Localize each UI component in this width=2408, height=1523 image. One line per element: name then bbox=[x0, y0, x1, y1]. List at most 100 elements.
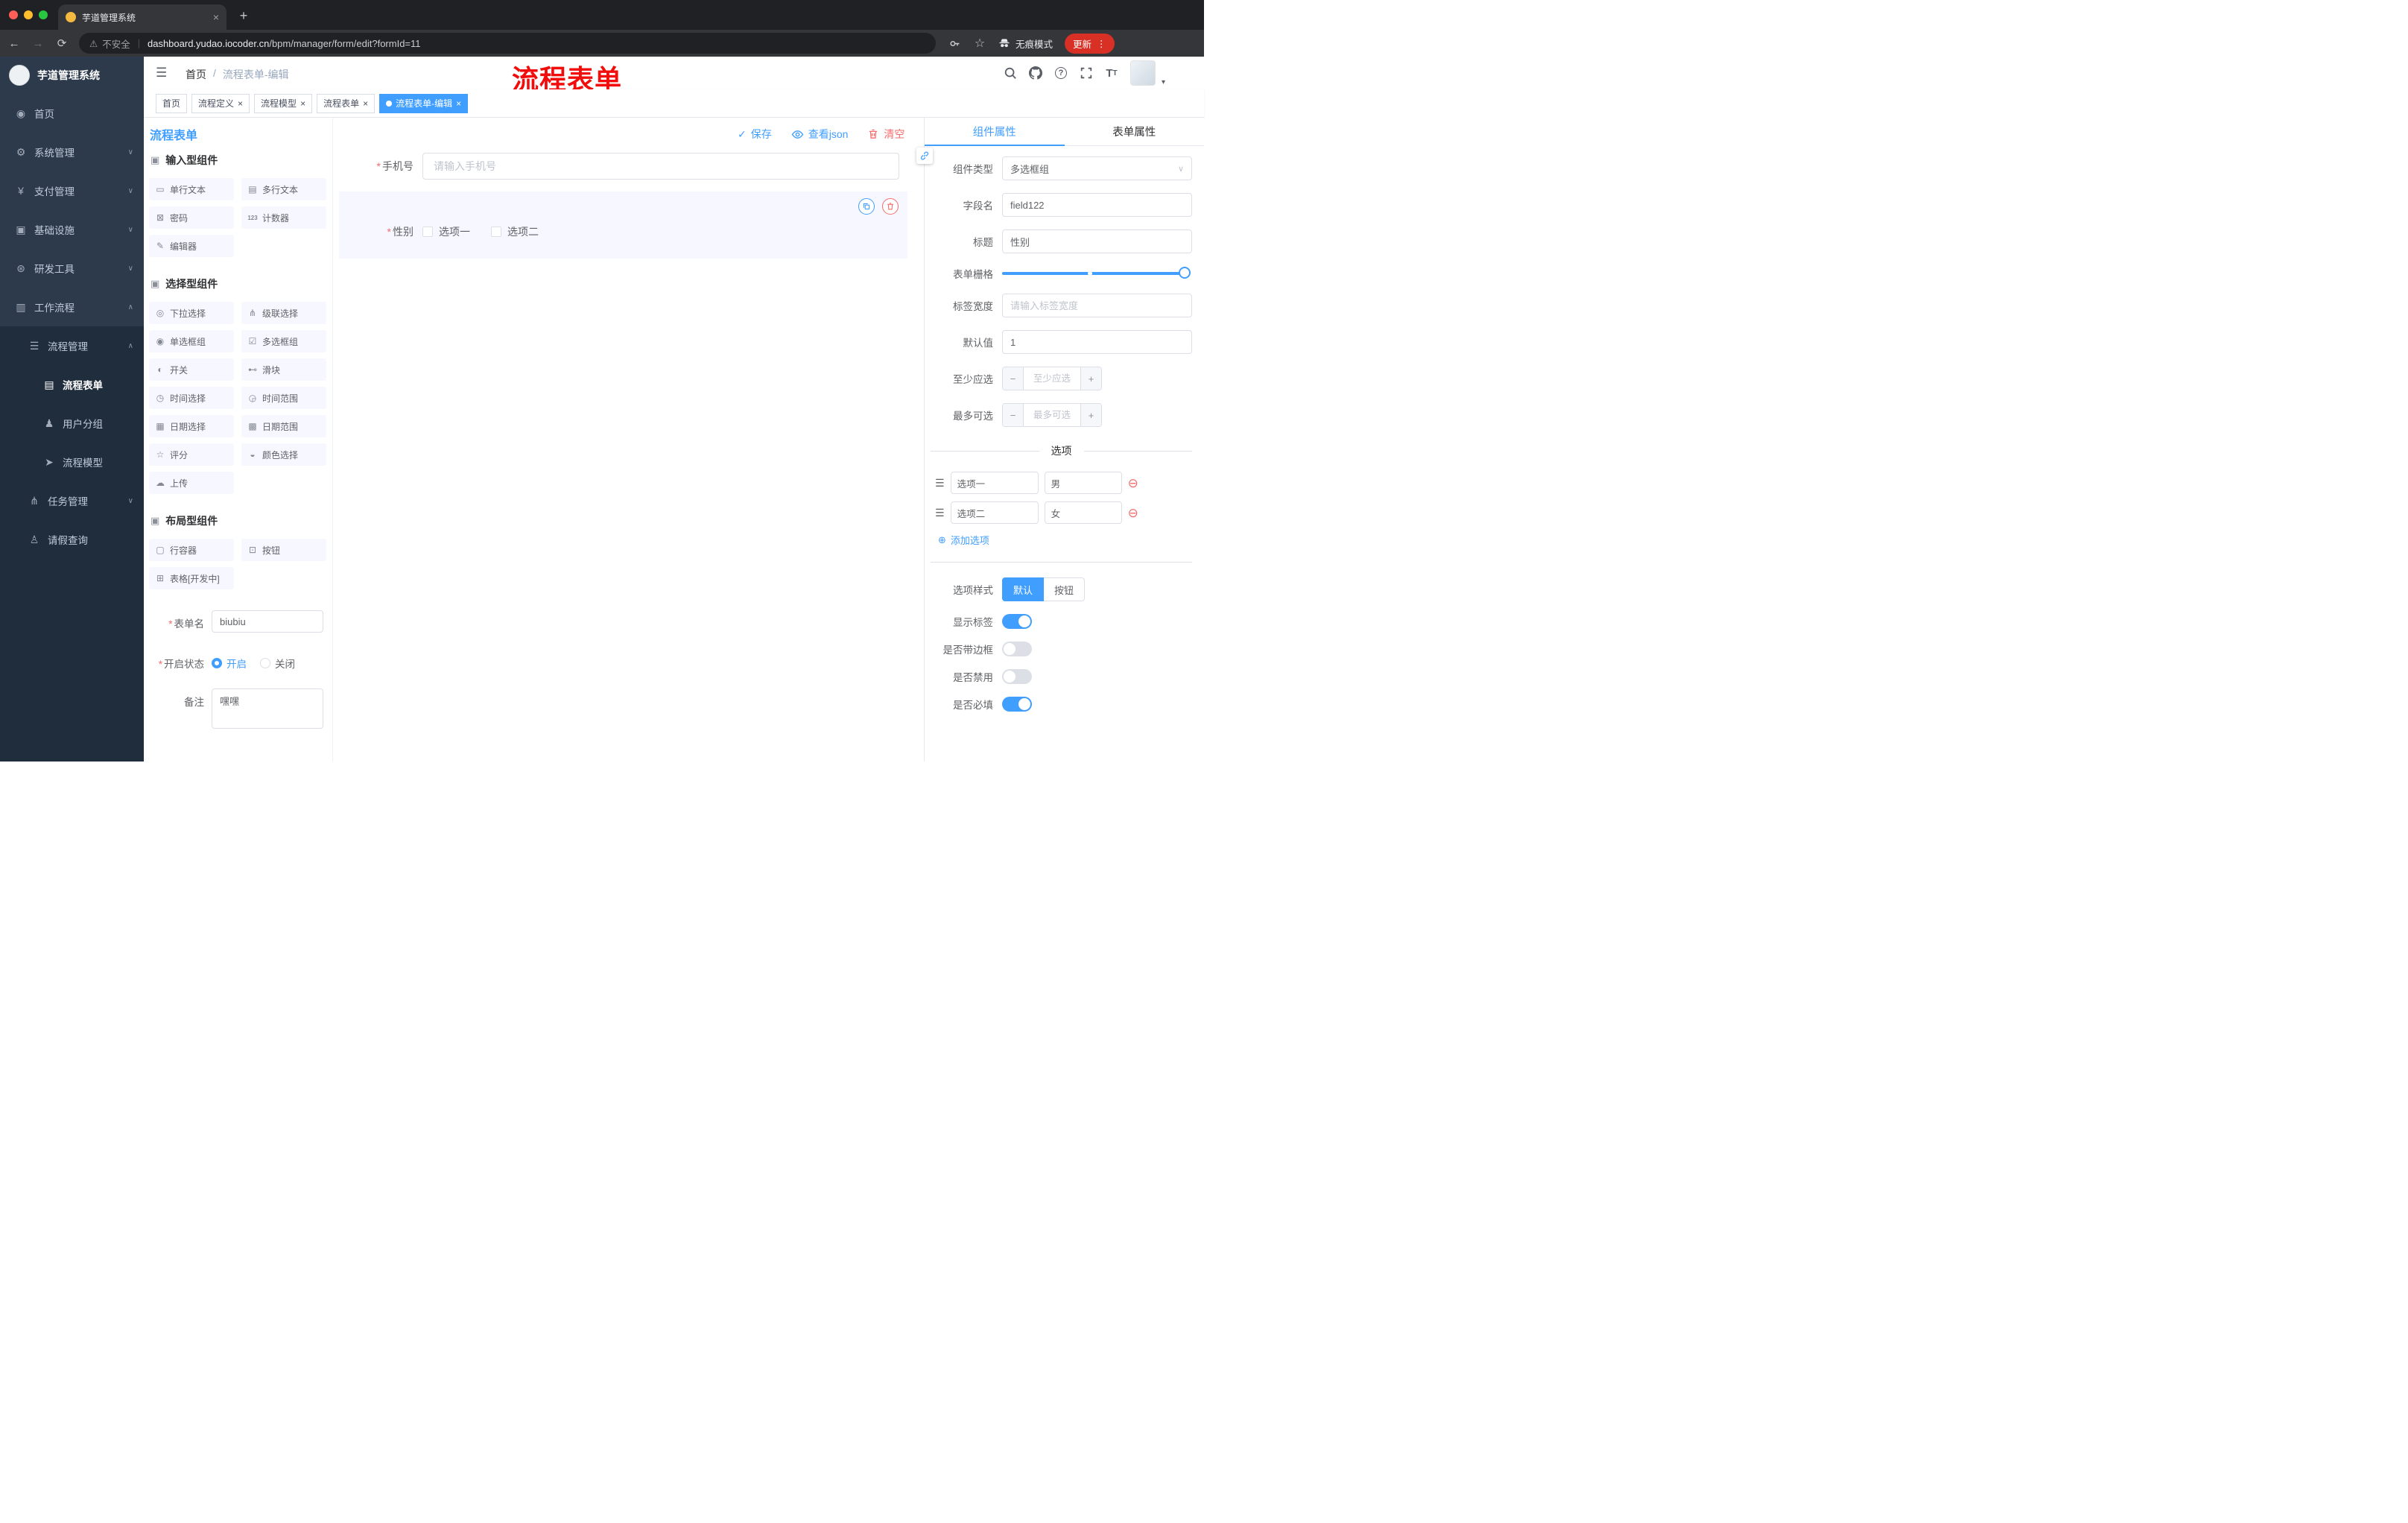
max-select-input[interactable] bbox=[1024, 404, 1080, 426]
new-tab-button[interactable]: + bbox=[234, 6, 253, 25]
tab-form-props[interactable]: 表单属性 bbox=[1065, 118, 1205, 145]
sidebar-item-process-form[interactable]: ▤ 流程表单 bbox=[0, 365, 144, 404]
palette-item-date-range[interactable]: ▩ 日期范围 bbox=[241, 415, 326, 437]
window-zoom-button[interactable] bbox=[39, 10, 48, 19]
back-icon[interactable]: ← bbox=[4, 34, 24, 53]
palette-item-date-picker[interactable]: ▦ 日期选择 bbox=[149, 415, 234, 437]
clear-button[interactable]: 清空 bbox=[867, 127, 904, 142]
minus-button[interactable]: − bbox=[1003, 367, 1024, 390]
close-icon[interactable]: × bbox=[456, 99, 461, 108]
palette-item-password[interactable]: ⊠ 密码 bbox=[149, 206, 234, 229]
security-chip[interactable]: ⚠ 不安全 bbox=[89, 37, 130, 51]
browser-menu-dots-icon[interactable]: ⋮ bbox=[1097, 38, 1106, 49]
tag-home[interactable]: 首页 bbox=[156, 93, 188, 113]
selected-component-gender[interactable]: * 性别 选项一 选项二 bbox=[339, 191, 907, 259]
browser-tab[interactable]: 芋道管理系统 × bbox=[58, 4, 226, 30]
palette-item-upload[interactable]: ☁ 上传 bbox=[149, 472, 234, 494]
sidebar-item-process-management[interactable]: ☰ 流程管理 ∧ bbox=[0, 326, 144, 365]
address-bar[interactable]: ⚠ 不安全 | dashboard.yudao.iocoder.cn /bpm/… bbox=[79, 33, 936, 54]
sidebar-item-devtools[interactable]: ⊛ 研发工具 ∨ bbox=[0, 249, 144, 288]
title-input[interactable] bbox=[1002, 229, 1192, 253]
palette-item-editor[interactable]: ✎ 编辑器 bbox=[149, 235, 234, 257]
palette-item-select[interactable]: ◎ 下拉选择 bbox=[149, 302, 234, 324]
palette-item-cascader[interactable]: ⋔ 级联选择 bbox=[241, 302, 326, 324]
copy-component-button[interactable] bbox=[858, 198, 875, 215]
tab-component-props[interactable]: 组件属性 bbox=[925, 118, 1065, 146]
delete-component-button[interactable] bbox=[882, 198, 899, 215]
tag-process-form-edit[interactable]: 流程表单-编辑 × bbox=[379, 93, 469, 113]
view-json-button[interactable]: 查看json bbox=[791, 127, 848, 142]
close-icon[interactable]: × bbox=[363, 99, 368, 108]
link-icon[interactable] bbox=[916, 148, 933, 164]
style-button-button[interactable]: 按钮 bbox=[1044, 577, 1086, 601]
window-close-button[interactable] bbox=[9, 10, 18, 19]
form-remark-textarea[interactable]: 嘿嘿 bbox=[212, 688, 323, 729]
option2-value-input[interactable] bbox=[1044, 501, 1122, 524]
sidebar-item-workflow[interactable]: ▥ 工作流程 ∧ bbox=[0, 288, 144, 326]
palette-item-time-picker[interactable]: ◷ 时间选择 bbox=[149, 387, 234, 409]
sidebar-item-infrastructure[interactable]: ▣ 基础设施 ∨ bbox=[0, 210, 144, 249]
palette-item-multi-line-text[interactable]: ▤ 多行文本 bbox=[241, 178, 326, 200]
palette-item-table[interactable]: ⊞ 表格[开发中] bbox=[149, 567, 234, 589]
sidebar-item-payment[interactable]: ¥ 支付管理 ∨ bbox=[0, 171, 144, 210]
user-avatar[interactable] bbox=[1129, 60, 1156, 86]
option2-label-input[interactable] bbox=[950, 501, 1039, 524]
search-icon[interactable] bbox=[1004, 66, 1017, 80]
slider-handle[interactable] bbox=[1179, 267, 1191, 279]
help-icon[interactable]: ? bbox=[1054, 66, 1068, 80]
phone-input[interactable] bbox=[422, 153, 899, 180]
border-switch[interactable] bbox=[1002, 642, 1032, 656]
tag-process-model[interactable]: 流程模型 × bbox=[254, 93, 313, 113]
status-on-radio[interactable]: 开启 bbox=[212, 656, 247, 671]
status-off-radio[interactable]: 关闭 bbox=[260, 656, 295, 671]
password-key-icon[interactable] bbox=[948, 37, 961, 50]
default-value-input[interactable] bbox=[1002, 330, 1192, 354]
option1-label-input[interactable] bbox=[950, 472, 1039, 494]
disabled-switch[interactable] bbox=[1002, 669, 1032, 684]
sidebar-item-system[interactable]: ⚙ 系统管理 ∨ bbox=[0, 133, 144, 171]
plus-button[interactable]: + bbox=[1080, 367, 1101, 390]
label-width-input[interactable] bbox=[1002, 294, 1192, 317]
window-minimize-button[interactable] bbox=[24, 10, 33, 19]
min-select-input[interactable] bbox=[1024, 367, 1080, 390]
bookmark-star-icon[interactable]: ☆ bbox=[973, 37, 986, 50]
palette-item-rate[interactable]: ☆ 评分 bbox=[149, 443, 234, 466]
form-grid-slider[interactable] bbox=[1002, 267, 1191, 279]
add-option-button[interactable]: ⊕ 添加选项 bbox=[938, 533, 1192, 547]
required-switch[interactable] bbox=[1002, 697, 1032, 712]
sidebar-item-process-model[interactable]: ➤ 流程模型 bbox=[0, 443, 144, 481]
avatar-caret-icon[interactable]: ▾ bbox=[1162, 78, 1165, 86]
style-default-button[interactable]: 默认 bbox=[1002, 577, 1045, 601]
gender-option1-checkbox[interactable]: 选项一 bbox=[422, 224, 470, 239]
save-button[interactable]: ✓ 保存 bbox=[738, 127, 772, 142]
reload-icon[interactable]: ⟳ bbox=[52, 34, 72, 53]
github-icon[interactable] bbox=[1028, 66, 1042, 80]
palette-item-row-container[interactable]: ▢ 行容器 bbox=[149, 539, 234, 561]
palette-item-switch[interactable]: ◐ 开关 bbox=[149, 358, 234, 381]
tab-close-icon[interactable]: × bbox=[213, 11, 219, 23]
remove-option-icon[interactable]: ⊖ bbox=[1128, 507, 1138, 519]
sidebar-item-leave-query[interactable]: ♙ 请假查询 bbox=[0, 520, 144, 559]
palette-item-checkbox-group[interactable]: ☑ 多选框组 bbox=[241, 330, 326, 352]
close-icon[interactable]: × bbox=[300, 99, 305, 108]
remove-option-icon[interactable]: ⊖ bbox=[1128, 477, 1138, 490]
minus-button[interactable]: − bbox=[1003, 404, 1024, 426]
palette-item-radio-group[interactable]: ◉ 单选框组 bbox=[149, 330, 234, 352]
field-name-input[interactable] bbox=[1002, 193, 1192, 217]
show-label-switch[interactable] bbox=[1002, 614, 1032, 629]
sidebar-item-user-group[interactable]: ♟ 用户分组 bbox=[0, 404, 144, 443]
palette-item-slider[interactable]: ⊷ 滑块 bbox=[241, 358, 326, 381]
palette-item-color-picker[interactable]: ◒ 颜色选择 bbox=[241, 443, 326, 466]
forward-icon[interactable]: → bbox=[28, 34, 48, 53]
palette-item-counter[interactable]: 123 计数器 bbox=[241, 206, 326, 229]
fullscreen-icon[interactable] bbox=[1080, 66, 1093, 80]
sidebar-item-task-management[interactable]: ⋔ 任务管理 ∨ bbox=[0, 481, 144, 520]
palette-item-time-range[interactable]: ◶ 时间范围 bbox=[241, 387, 326, 409]
gender-option2-checkbox[interactable]: 选项二 bbox=[491, 224, 539, 239]
hamburger-icon[interactable]: ☰ bbox=[156, 66, 167, 80]
browser-update-button[interactable]: 更新 ⋮ bbox=[1065, 33, 1115, 54]
drag-handle-icon[interactable]: ☰ bbox=[935, 477, 945, 490]
close-icon[interactable]: × bbox=[238, 99, 243, 108]
sidebar-item-home[interactable]: ◉ 首页 bbox=[0, 94, 144, 133]
palette-item-button[interactable]: ⊡ 按钮 bbox=[241, 539, 326, 561]
